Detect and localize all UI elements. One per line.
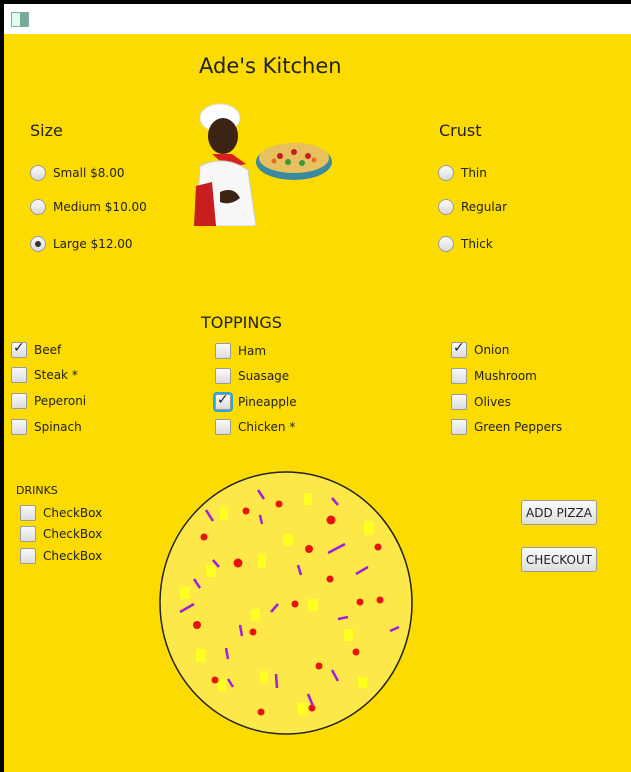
add-pizza-button[interactable]: ADD PIZZA [521, 500, 597, 525]
topping-olives-checkbox[interactable] [451, 394, 467, 410]
toppings-heading: TOPPINGS [201, 313, 282, 332]
topping-suasage-label: Suasage [238, 369, 290, 383]
size-small-label: Small $8.00 [53, 166, 125, 180]
topping-ham-label: Ham [238, 344, 267, 358]
topping-chicken[interactable]: Chicken * [215, 419, 295, 435]
topping-beef-checkbox[interactable] [11, 340, 27, 358]
page-title: Ade's Kitchen [199, 54, 342, 78]
drink-2-checkbox[interactable] [20, 526, 36, 542]
crust-option-regular[interactable]: Regular [438, 199, 507, 215]
drink-3-label: CheckBox [43, 549, 103, 563]
topping-ham[interactable]: Ham [215, 343, 266, 359]
size-medium-radio[interactable] [30, 199, 46, 215]
crust-thick-radio[interactable] [438, 236, 454, 252]
drink-item-3[interactable]: CheckBox [20, 548, 102, 564]
size-option-large[interactable]: Large $12.00 [30, 236, 133, 252]
topping-peperoni[interactable]: Peperoni [11, 393, 86, 409]
topping-olives-label: Olives [474, 395, 511, 409]
topping-suasage-checkbox[interactable] [215, 368, 231, 384]
drinks-heading: DRINKS [16, 484, 58, 497]
topping-suasage[interactable]: Suasage [215, 368, 289, 384]
drink-1-label: CheckBox [43, 506, 103, 520]
crust-option-thin[interactable]: Thin [438, 165, 487, 181]
topping-spinach-label: Spinach [34, 420, 82, 434]
checkout-button[interactable]: CHECKOUT [521, 547, 597, 572]
topping-green-peppers-checkbox[interactable] [451, 419, 467, 435]
size-small-radio[interactable] [30, 165, 46, 181]
topping-onion-label: Onion [474, 343, 510, 357]
drink-item-1[interactable]: CheckBox [20, 505, 102, 521]
crust-regular-label: Regular [461, 200, 508, 214]
size-heading: Size [30, 121, 63, 140]
topping-steak[interactable]: Steak * [11, 367, 78, 383]
crust-heading: Crust [439, 121, 482, 140]
size-option-medium[interactable]: Medium $10.00 [30, 199, 147, 215]
topping-spinach-checkbox[interactable] [11, 419, 27, 435]
size-medium-label: Medium $10.00 [53, 200, 147, 214]
window-titlebar [4, 4, 631, 34]
topping-chicken-checkbox[interactable] [215, 419, 231, 435]
topping-olives[interactable]: Olives [451, 394, 511, 410]
topping-green-peppers-label: Green Peppers [474, 420, 563, 434]
topping-pineapple[interactable]: Pineapple [215, 392, 297, 410]
app-window-icon [11, 12, 29, 27]
topping-ham-checkbox[interactable] [215, 343, 231, 359]
crust-regular-radio[interactable] [438, 199, 454, 215]
drink-1-checkbox[interactable] [20, 505, 36, 521]
size-large-radio[interactable] [30, 236, 46, 252]
topping-mushroom-label: Mushroom [474, 369, 537, 383]
topping-mushroom-checkbox[interactable] [451, 368, 467, 384]
topping-beef-label: Beef [34, 343, 62, 357]
topping-green-peppers[interactable]: Green Peppers [451, 419, 562, 435]
topping-mushroom[interactable]: Mushroom [451, 368, 537, 384]
topping-onion[interactable]: Onion [451, 340, 510, 358]
drink-2-label: CheckBox [43, 527, 103, 541]
topping-beef[interactable]: Beef [11, 340, 62, 358]
topping-onion-checkbox[interactable] [451, 340, 467, 358]
size-large-label: Large $12.00 [53, 237, 133, 251]
topping-steak-checkbox[interactable] [11, 367, 27, 383]
chef-pizza-image [194, 103, 332, 226]
crust-option-thick[interactable]: Thick [438, 236, 493, 252]
crust-thick-label: Thick [461, 237, 493, 251]
size-option-small[interactable]: Small $8.00 [30, 165, 125, 181]
crust-thin-label: Thin [461, 166, 487, 180]
topping-spinach[interactable]: Spinach [11, 419, 82, 435]
topping-pineapple-label: Pineapple [238, 395, 297, 409]
topping-steak-label: Steak * [34, 368, 78, 382]
pizza-cheese-base [159, 471, 413, 735]
topping-pineapple-checkbox[interactable] [215, 392, 231, 410]
drink-3-checkbox[interactable] [20, 548, 36, 564]
topping-peperoni-checkbox[interactable] [11, 393, 27, 409]
topping-chicken-label: Chicken * [238, 420, 296, 434]
topping-peperoni-label: Peperoni [34, 394, 87, 408]
crust-thin-radio[interactable] [438, 165, 454, 181]
app-window: Ade's Kitchen Size Small $8.00 Medium $1… [4, 34, 631, 772]
drink-item-2[interactable]: CheckBox [20, 526, 102, 542]
pizza-preview [159, 471, 413, 735]
